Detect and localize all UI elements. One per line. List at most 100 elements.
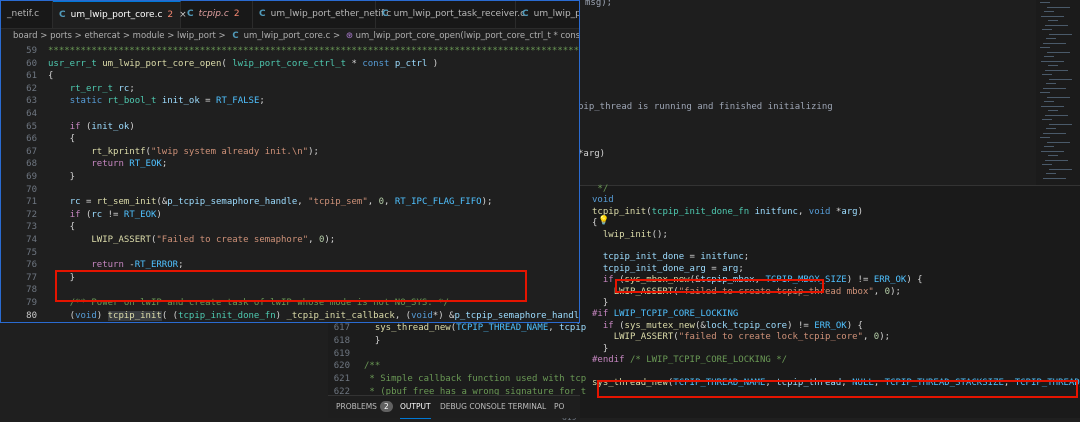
minimap-line — [1047, 96, 1070, 98]
code-token: rc — [69, 197, 81, 208]
minimap-line — [1044, 101, 1054, 102]
minimap-line — [1047, 6, 1070, 8]
minimap[interactable] — [1036, 0, 1080, 185]
breadcrumb-symbol[interactable]: um_lwip_port_core_open(lwip_port_core_ct… — [356, 31, 579, 41]
code-text: { — [48, 221, 75, 234]
code-token: usr_err_t — [48, 58, 103, 69]
breadcrumb-file[interactable]: um_lwip_port_core.c > — [244, 31, 341, 41]
code-token: ****************************************… — [48, 46, 580, 56]
code-line[interactable]: 74 LWIP_ASSERT("Failed to create semapho… — [1, 234, 579, 247]
c-file-icon: C — [522, 9, 529, 19]
code-token: ) — [156, 209, 162, 220]
tab-1[interactable]: Cum_lwip_port_core.c 2 × — [53, 1, 187, 28]
tab-5[interactable]: Cum_lwip_port — [516, 1, 579, 28]
code-token: init_ok — [161, 96, 200, 107]
code-token: /* LWIP_TCPIP_CORE_LOCKING */ — [629, 355, 788, 365]
tab-label: um_lwip_port_core.c — [70, 10, 163, 20]
tcpip-editor[interactable]: */void tcpip_init(tcpip_init_done_fn init… — [562, 184, 1080, 422]
code-line: 620 /** — [328, 361, 381, 371]
code-token: tcpip_init_done_fn — [651, 206, 750, 217]
code-line[interactable]: 72 if (rc != RT_EOK) — [1, 209, 579, 222]
breadcrumb-path[interactable]: board > ports > ethercat > module > lwip… — [13, 31, 226, 41]
line-number: 74 — [26, 235, 37, 245]
tab-terminal[interactable]: TERMINAL — [508, 396, 546, 418]
minimap-line — [1047, 51, 1070, 53]
code-token: * — [346, 58, 363, 69]
tab-0[interactable]: _netif.c — [1, 1, 53, 28]
highlight-box-thread-new — [597, 380, 1078, 398]
minimap-line — [1046, 173, 1056, 174]
code-token: initfunc — [754, 206, 798, 217]
code-token: (& — [156, 197, 168, 208]
code-line[interactable]: 63 static rt_bool_t init_ok = RT_FALSE; — [1, 95, 579, 108]
code-line[interactable]: 62 rt_err_t rc; — [1, 83, 579, 96]
code-line[interactable]: 70 — [1, 184, 579, 197]
code-token: initfunc — [700, 252, 744, 263]
code-line[interactable]: 61 { — [1, 70, 579, 83]
code-token: ( — [48, 310, 76, 321]
code-token: , — [297, 197, 309, 208]
line-number: 62 — [26, 83, 37, 94]
code-token: } — [592, 343, 609, 354]
code-token: p_tcpip_semaphore_handle — [167, 197, 298, 208]
line-number: 81 — [1, 322, 37, 323]
code-text: } — [48, 171, 75, 184]
code-token: } — [592, 298, 609, 308]
code-token: , — [384, 197, 395, 208]
code-token: return — [91, 260, 124, 271]
code-line: #if LWIP_TCPIP_CORE_LOCKING — [592, 309, 738, 319]
code-token: , — [797, 206, 809, 217]
tab-problems[interactable]: PROBLEMS 2 — [336, 396, 393, 418]
code-token: = — [705, 263, 723, 274]
line-number: 75 — [26, 247, 37, 258]
c-file-icon: C — [187, 9, 194, 19]
minimap-line — [1043, 132, 1066, 134]
breadcrumb[interactable]: board > ports > ethercat > module > lwip… — [1, 28, 579, 44]
code-token: tcpip_init_done_fn — [178, 310, 276, 321]
code-token: ERR_OK — [873, 275, 907, 286]
minimap-line — [1043, 87, 1066, 89]
tab-3[interactable]: Cum_lwip_port_ether_netif.c — [253, 1, 391, 28]
tab-4[interactable]: Cum_lwip_port_task_receiver.c — [376, 1, 525, 28]
code-token: ) — [96, 310, 108, 321]
code-line[interactable]: 81 — [1, 322, 579, 323]
tab-2[interactable]: Ctcpip.c 2 — [181, 1, 253, 28]
code-line[interactable]: 80 (void) tcpip_init( (tcpip_init_done_f… — [1, 310, 579, 322]
code-token: RT_ERROR — [134, 260, 179, 271]
code-line[interactable]: 59 **************************************… — [1, 45, 579, 58]
code-token: ERR_OK — [814, 320, 847, 331]
tab-debug-console[interactable]: DEBUG CONSOLE — [440, 396, 506, 418]
tab-output[interactable]: OUTPUT — [400, 396, 431, 419]
tab-label: tcpip.c — [198, 9, 229, 19]
line-number: 59 — [26, 46, 37, 56]
code-text: usr_err_t um_lwip_port_core_open( lwip_p… — [48, 58, 438, 71]
minimap-line — [1046, 83, 1056, 84]
lightbulb-icon[interactable]: 💡 — [598, 216, 609, 226]
code-token: * — [830, 206, 842, 217]
code-line[interactable]: 64 — [1, 108, 579, 121]
code-token: "Failed to create semaphore" — [156, 235, 309, 245]
code-line: 618 } — [328, 336, 381, 346]
tab-ports[interactable]: PO — [554, 396, 564, 418]
code-token: init_ok — [91, 121, 130, 132]
code-line[interactable]: 73 { — [1, 221, 579, 234]
code-token: rt_bool_t — [107, 96, 157, 107]
code-line[interactable]: 66 { — [1, 133, 579, 146]
code-line[interactable]: 65 if (init_ok) — [1, 121, 579, 134]
minimap-line — [1040, 92, 1050, 93]
code-line[interactable]: 69 } — [1, 171, 579, 184]
code-line[interactable]: 75 — [1, 247, 579, 260]
code-line[interactable]: 71 rc = rt_sem_init(&p_tcpip_semaphore_h… — [1, 196, 579, 209]
tab-label: um_lwip_port_ether_netif.c — [270, 9, 392, 19]
code-line[interactable]: 68 return RT_EOK; — [1, 158, 579, 171]
code-line[interactable]: 67 rt_kprintf("lwip system already init.… — [1, 146, 579, 159]
code-line: lwip_init(); — [592, 230, 668, 240]
code-token: rc — [91, 209, 103, 220]
code-token: RT_EOK — [123, 209, 157, 220]
code-area[interactable]: 59 **************************************… — [1, 44, 579, 323]
code-line[interactable]: 60 usr_err_t um_lwip_port_core_open( lwip… — [1, 58, 579, 71]
